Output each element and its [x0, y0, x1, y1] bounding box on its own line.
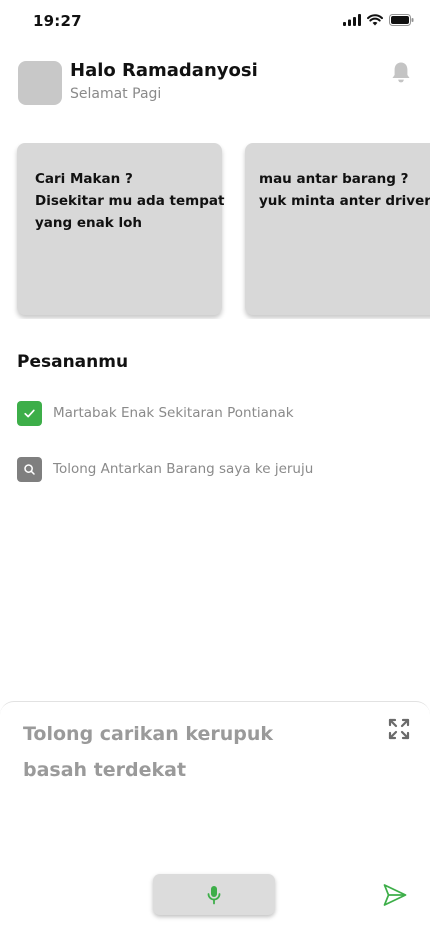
- send-icon[interactable]: [382, 882, 408, 908]
- order-label: Martabak Enak Sekitaran Pontianak: [53, 405, 294, 421]
- status-icons: [343, 14, 414, 26]
- order-status-badge: [17, 457, 42, 482]
- battery-icon: [389, 14, 414, 26]
- search-icon: [24, 464, 35, 475]
- header: Halo Ramadanyosi Selamat Pagi: [18, 60, 414, 106]
- wifi-icon: [367, 14, 383, 26]
- message-input[interactable]: Tolong carikan kerupuk basah terdekat: [23, 716, 313, 788]
- bell-icon[interactable]: [390, 60, 412, 84]
- cellular-signal-icon: [343, 14, 361, 26]
- order-item[interactable]: Martabak Enak Sekitaran Pontianak: [17, 401, 417, 426]
- status-time: 19:27: [33, 12, 82, 30]
- promo-card-text: mau antar barang ? yuk minta anter drive…: [259, 171, 430, 209]
- status-bar: 19:27: [0, 0, 430, 44]
- check-icon: [24, 409, 35, 418]
- greeting: Halo Ramadanyosi: [70, 60, 258, 81]
- promo-card-text: Cari Makan ? Disekitar mu ada tempat yan…: [35, 171, 225, 231]
- promo-card-delivery[interactable]: mau antar barang ? yuk minta anter drive…: [245, 143, 430, 315]
- promo-carousel[interactable]: Cari Makan ? Disekitar mu ada tempat yan…: [0, 143, 430, 319]
- microphone-icon: [207, 885, 221, 904]
- sub-greeting: Selamat Pagi: [70, 86, 162, 102]
- expand-icon[interactable]: [388, 718, 410, 740]
- order-item[interactable]: Tolong Antarkan Barang saya ke jeruju: [17, 457, 417, 482]
- message-composer: Tolong carikan kerupuk basah terdekat: [0, 701, 430, 933]
- voice-input-button[interactable]: [153, 874, 275, 915]
- promo-card-food[interactable]: Cari Makan ? Disekitar mu ada tempat yan…: [17, 143, 225, 315]
- orders-title: Pesananmu: [17, 352, 129, 372]
- avatar[interactable]: [18, 61, 62, 105]
- order-status-badge: [17, 401, 42, 426]
- order-label: Tolong Antarkan Barang saya ke jeruju: [53, 461, 314, 477]
